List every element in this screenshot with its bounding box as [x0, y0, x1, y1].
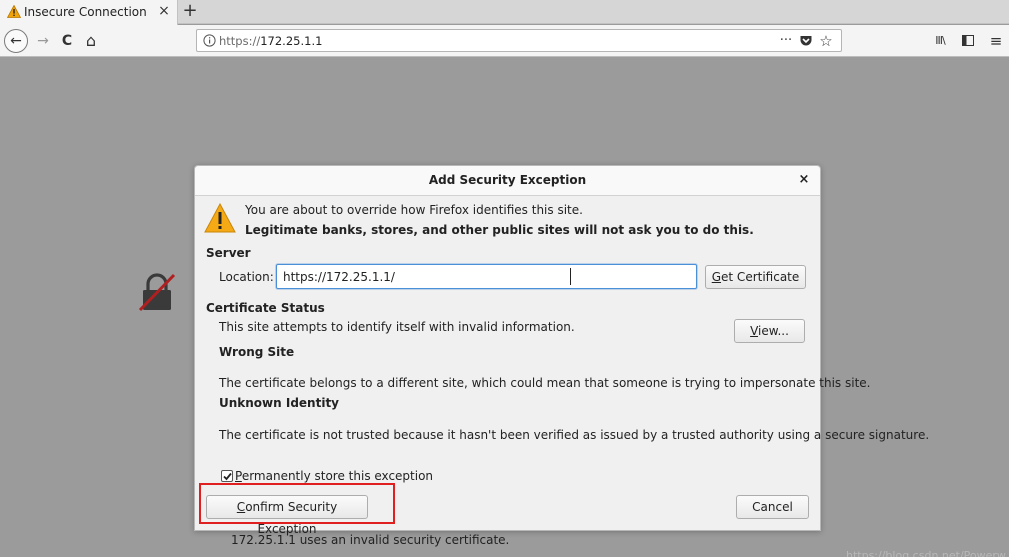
access-key: P — [235, 469, 242, 483]
url-scheme: https:// — [219, 34, 261, 48]
access-key: V — [750, 324, 759, 338]
url-bar[interactable]: https://172.25.1.1 ··· ☆ — [196, 29, 842, 52]
url-actions: ··· ☆ — [777, 32, 837, 50]
text-caret — [570, 268, 571, 285]
permanent-store-label[interactable]: Permanently store this exception — [235, 469, 433, 483]
server-section-label: Server — [206, 246, 251, 260]
highlight-box — [199, 483, 395, 524]
toolbar-right: III\ ≡ — [919, 29, 1009, 53]
button-label: et Certificate — [721, 270, 800, 284]
page-actions-icon[interactable]: ··· — [777, 32, 795, 50]
tab-bar: Insecure Connection × + — [0, 0, 1009, 25]
url-text[interactable]: https://172.25.1.1 — [219, 34, 322, 48]
menu-icon[interactable]: ≡ — [985, 29, 1007, 53]
location-input[interactable] — [276, 264, 697, 289]
back-button[interactable]: ← — [4, 29, 28, 53]
bookmark-star-icon[interactable]: ☆ — [817, 32, 835, 50]
tab-insecure-connection[interactable]: Insecure Connection × — [0, 0, 178, 25]
checkbox-label: ermanently store this exception — [241, 469, 434, 483]
dialog-close-icon[interactable]: × — [796, 172, 812, 188]
dialog-title: Add Security Exception — [428, 173, 587, 187]
warning-icon — [7, 5, 21, 18]
dialog-header: Add Security Exception × — [195, 166, 820, 196]
tab-close-icon[interactable]: × — [156, 3, 172, 19]
forward-button[interactable]: → — [32, 30, 54, 52]
cancel-button[interactable]: Cancel — [736, 495, 809, 519]
get-certificate-button[interactable]: Get Certificate — [705, 265, 806, 289]
view-button[interactable]: View... — [734, 319, 805, 343]
watermark: https://blog.csdn.net/Powerw — [846, 549, 1006, 557]
broken-lock-icon — [138, 273, 176, 312]
unknown-identity-heading: Unknown Identity — [219, 396, 340, 410]
pocket-icon[interactable] — [797, 32, 815, 50]
reload-button[interactable]: C — [56, 30, 78, 52]
unknown-identity-text: The certificate is not trusted because i… — [219, 428, 930, 442]
library-icon[interactable]: III\ — [929, 29, 951, 53]
checkmark-icon — [223, 472, 232, 481]
certificate-status-label: Certificate Status — [206, 301, 325, 315]
button-label: iew... — [758, 324, 789, 338]
certificate-status-text: This site attempts to identify itself wi… — [219, 320, 575, 334]
access-key: G — [711, 270, 722, 284]
new-tab-button[interactable]: + — [181, 1, 199, 21]
wrong-site-heading: Wrong Site — [219, 345, 295, 359]
warning-icon — [204, 203, 236, 233]
info-icon[interactable] — [203, 34, 216, 47]
sidebar-icon[interactable] — [957, 29, 979, 53]
wrong-site-text: The certificate belongs to a different s… — [219, 376, 871, 390]
intro-text: You are about to override how Firefox id… — [245, 203, 583, 217]
permanent-store-checkbox[interactable] — [221, 470, 233, 482]
nav-bar: ← → C ⌂ https://172.25.1.1 ··· ☆ III\ ≡ — [0, 25, 1009, 57]
home-button[interactable]: ⌂ — [80, 30, 102, 52]
tab-title: Insecure Connection — [24, 5, 147, 19]
url-host: 172.25.1.1 — [260, 34, 323, 48]
location-label: Location: — [219, 270, 274, 284]
add-security-exception-dialog: Add Security Exception × You are about t… — [194, 165, 929, 536]
intro-warning-text: Legitimate banks, stores, and other publ… — [245, 223, 754, 237]
